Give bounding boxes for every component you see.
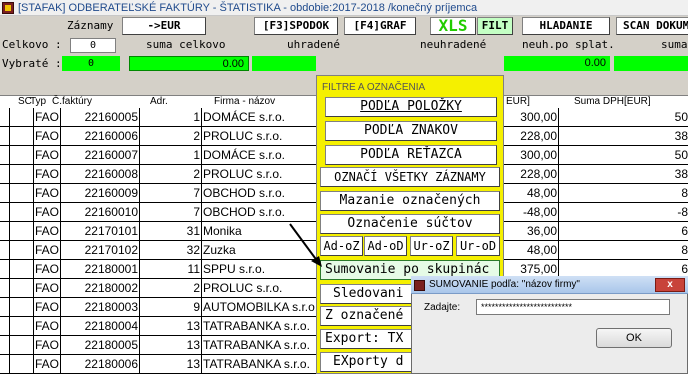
dialog-close-button[interactable]: x [655, 278, 685, 292]
dialog-app-icon [414, 280, 425, 291]
dialog-input-label: Zadajte: [424, 302, 461, 313]
dialog-title: SUMOVANIE podľa: "názov firmy" [411, 276, 688, 294]
dialog-input[interactable]: ************************** [476, 299, 670, 315]
dialog-ok-button[interactable]: OK [596, 328, 672, 348]
arrow-line-1 [289, 223, 319, 263]
arrow-head-1 [311, 256, 322, 267]
